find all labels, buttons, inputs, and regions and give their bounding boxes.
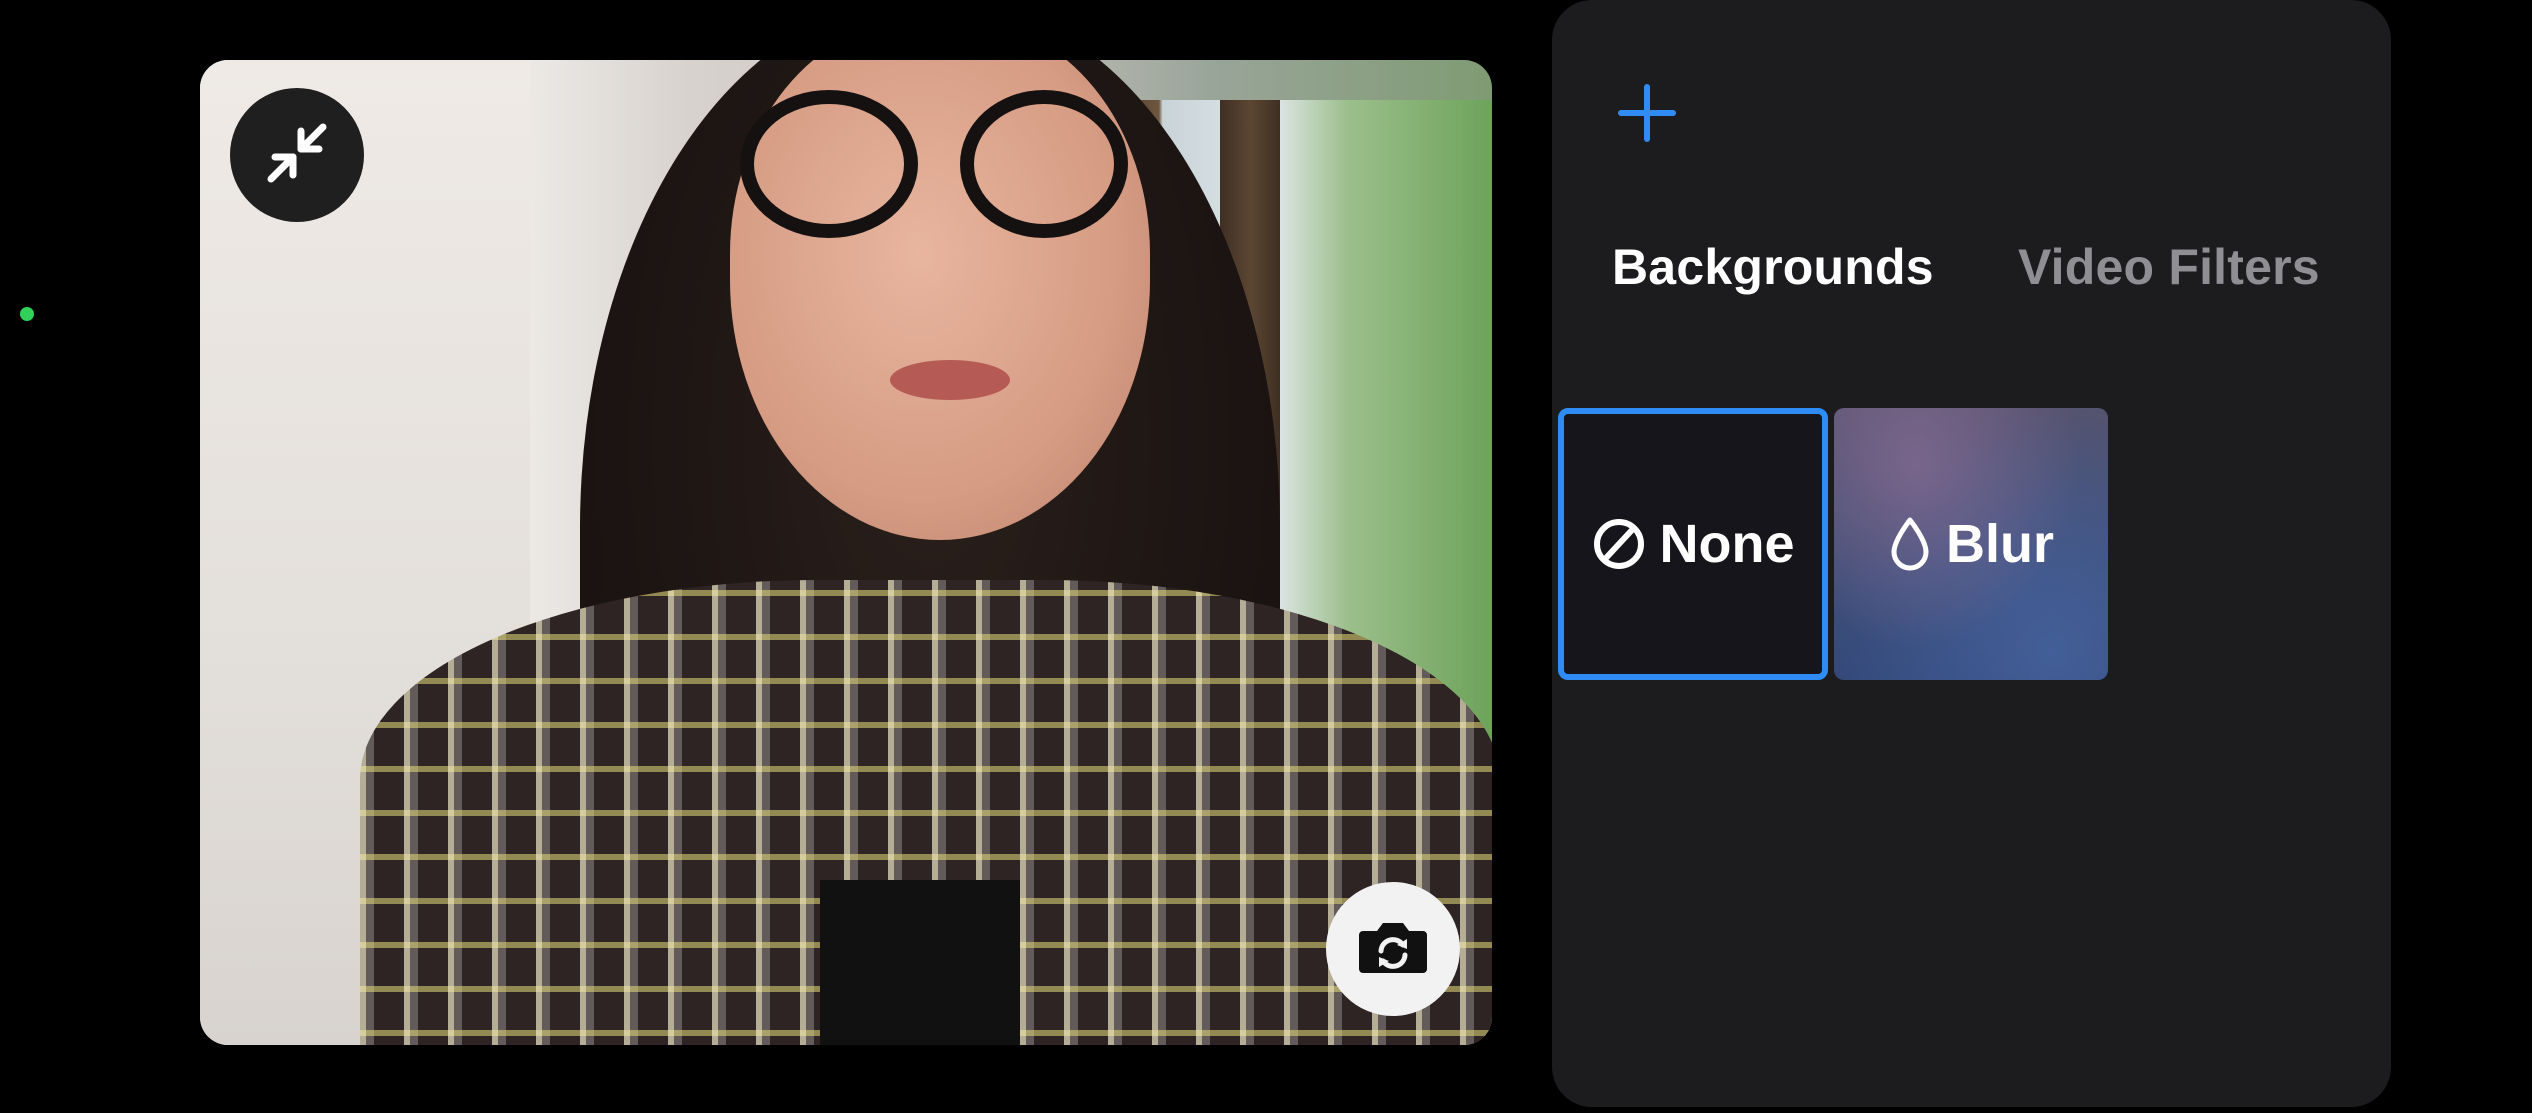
background-option-none[interactable]: None bbox=[1558, 408, 1828, 680]
tab-backgrounds[interactable]: Backgrounds bbox=[1612, 238, 1934, 296]
screen: Backgrounds Video Filters None Blur bbox=[0, 0, 2532, 1113]
droplet-icon bbox=[1888, 516, 1932, 572]
collapse-preview-button[interactable] bbox=[230, 88, 364, 222]
flip-camera-button[interactable] bbox=[1326, 882, 1460, 1016]
camera-flip-icon bbox=[1355, 915, 1431, 984]
plus-icon bbox=[1617, 83, 1677, 148]
background-option-label: Blur bbox=[1946, 514, 2054, 574]
collapse-arrows-icon bbox=[261, 117, 333, 194]
add-background-button[interactable] bbox=[1612, 80, 1682, 150]
tab-video-filters[interactable]: Video Filters bbox=[2018, 238, 2320, 296]
background-option-label: None bbox=[1659, 514, 1795, 574]
camera-preview bbox=[200, 60, 1492, 1045]
prohibited-icon bbox=[1592, 517, 1646, 571]
preview-person-undershirt bbox=[820, 880, 1020, 1045]
status-indicator-dot bbox=[20, 307, 34, 321]
background-option-blur[interactable]: Blur bbox=[1834, 408, 2108, 680]
preview-glasses-right bbox=[960, 90, 1128, 238]
preview-glasses-left bbox=[740, 90, 918, 238]
preview-person-lips bbox=[890, 360, 1010, 400]
